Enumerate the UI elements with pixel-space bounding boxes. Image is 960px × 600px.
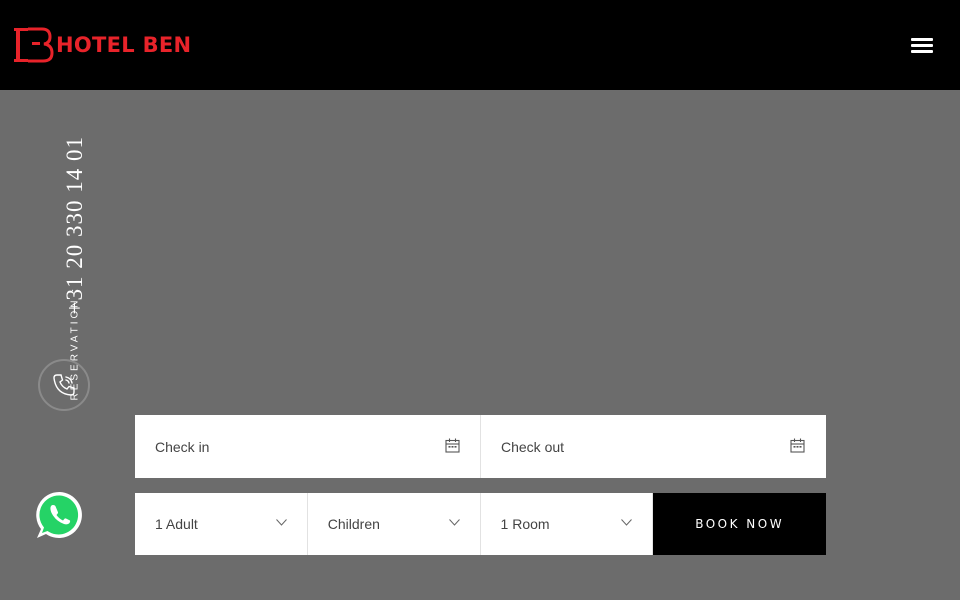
check-in-label: Check in <box>155 438 210 455</box>
calendar-icon <box>790 438 805 453</box>
whatsapp-icon <box>36 491 82 538</box>
rooms-value: 1 Room <box>500 516 550 532</box>
children-select[interactable]: Children <box>307 493 481 555</box>
children-value: Children <box>327 516 380 532</box>
whatsapp-button[interactable] <box>35 490 85 540</box>
date-row: Check in Check out <box>135 415 826 478</box>
guest-row: 1 Adult Children 1 Room BOOK NOW <box>135 493 827 555</box>
logo-mark-icon <box>14 27 54 63</box>
rooms-select[interactable]: 1 Room <box>480 493 654 555</box>
logo-text: HOTEL BEN <box>56 33 192 57</box>
check-out-label: Check out <box>501 438 565 455</box>
check-out-field[interactable]: Check out <box>480 415 825 478</box>
hotel-logo[interactable]: HOTEL BEN <box>14 27 191 63</box>
chevron-down-icon <box>275 519 287 526</box>
booking-form: Check in Check out 1 Adult Children 1 Ro… <box>135 415 827 555</box>
reservation-contact: RESERVATION : +31 20 330 14 01 <box>40 136 95 401</box>
phone-call-button[interactable] <box>38 359 90 411</box>
book-now-button[interactable]: BOOK NOW <box>653 493 827 555</box>
chevron-down-icon <box>448 519 460 526</box>
chevron-down-icon <box>621 519 633 526</box>
adults-select[interactable]: 1 Adult <box>135 493 308 555</box>
hamburger-menu-icon[interactable] <box>911 38 933 56</box>
adults-value: 1 Adult <box>155 516 198 532</box>
calendar-icon <box>445 438 460 453</box>
site-header: HOTEL BEN <box>0 0 960 90</box>
check-in-field[interactable]: Check in <box>135 415 480 478</box>
phone-call-icon <box>53 374 75 396</box>
reservation-phone[interactable]: +31 20 330 14 01 <box>62 136 88 346</box>
